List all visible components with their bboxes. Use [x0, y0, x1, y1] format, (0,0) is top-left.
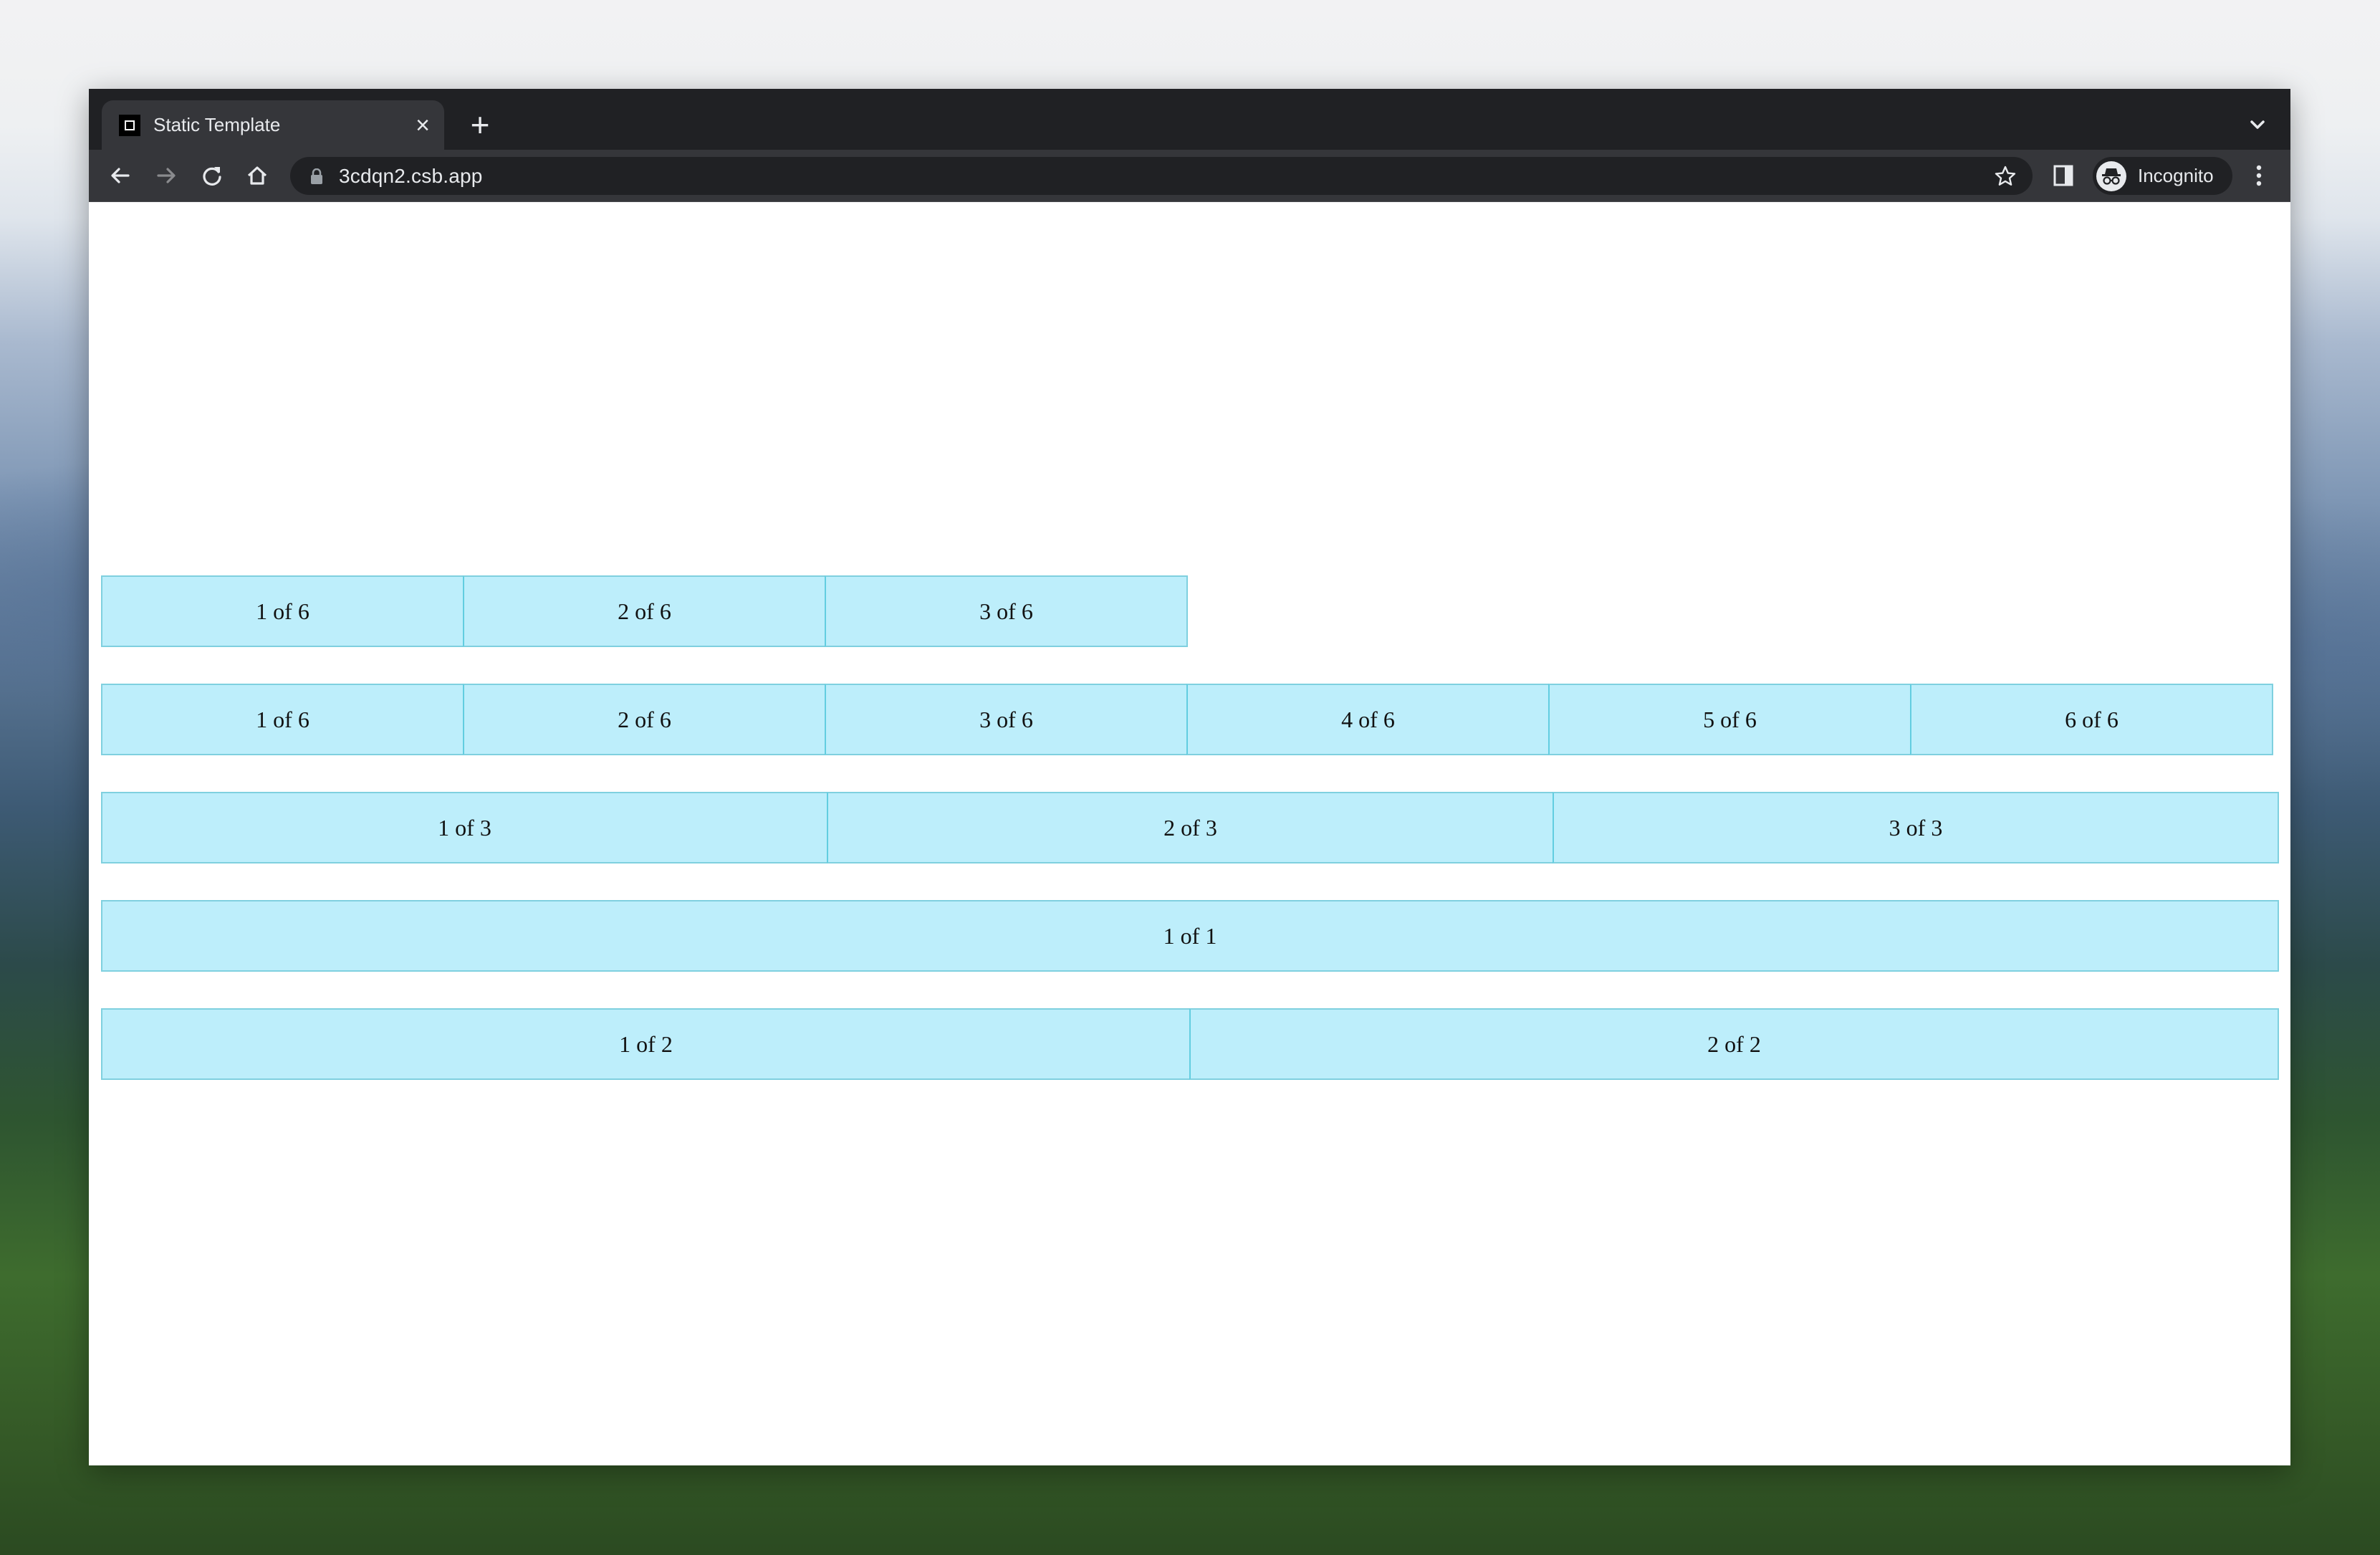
- grid-cell: 4 of 6: [1186, 684, 1550, 755]
- grid-cell: 3 of 3: [1553, 792, 2279, 863]
- grid-cell: 2 of 2: [1189, 1008, 2279, 1080]
- grid-cell: 1 of 1: [101, 900, 2279, 972]
- reload-icon[interactable]: [196, 160, 228, 191]
- grid-cell: 3 of 6: [825, 684, 1188, 755]
- tab-title: Static Template: [153, 114, 281, 135]
- address-bar[interactable]: 3cdqn2.csb.app: [290, 157, 2033, 195]
- grid-row-5: 1 of 2 2 of 2: [101, 1008, 2279, 1080]
- star-icon[interactable]: [1994, 165, 2017, 188]
- chevron-down-icon[interactable]: [2245, 112, 2270, 138]
- grid-cell: 2 of 6: [463, 684, 826, 755]
- arrow-right-icon[interactable]: [150, 160, 182, 191]
- grid-cell: 1 of 3: [101, 792, 828, 863]
- grid-row-1: 1 of 6 2 of 6 3 of 6: [101, 575, 1188, 647]
- close-icon[interactable]: ×: [410, 113, 436, 138]
- grid-cell: 1 of 2: [101, 1008, 1191, 1080]
- incognito-profile-button[interactable]: Incognito: [2093, 157, 2232, 195]
- square-favicon-icon: [119, 114, 140, 136]
- side-panel-icon[interactable]: [2048, 160, 2079, 191]
- arrow-left-icon[interactable]: [105, 160, 136, 191]
- grid-cell: 3 of 6: [825, 575, 1188, 647]
- lock-icon: [310, 168, 323, 184]
- incognito-icon: [2096, 161, 2126, 191]
- home-icon[interactable]: [241, 160, 273, 191]
- grid-row-4: 1 of 1: [101, 900, 2279, 972]
- tab-static-template[interactable]: Static Template ×: [102, 100, 444, 150]
- url-text[interactable]: 3cdqn2.csb.app: [339, 165, 483, 188]
- grid-cell: 2 of 6: [463, 575, 826, 647]
- grid-cell: 1 of 6: [101, 575, 464, 647]
- grid-cell: 2 of 3: [827, 792, 1554, 863]
- tab-strip: Static Template × +: [89, 89, 2290, 150]
- grid-cell: 6 of 6: [1910, 684, 2273, 755]
- grid-cell: 5 of 6: [1548, 684, 1911, 755]
- plus-icon[interactable]: +: [464, 108, 496, 142]
- grid-row-3: 1 of 3 2 of 3 3 of 3: [101, 792, 2279, 863]
- browser-window: Static Template × + 3cdqn2.csb.app Incog…: [89, 89, 2290, 1465]
- kebab-menu-icon[interactable]: [2243, 160, 2275, 191]
- profile-label: Incognito: [2138, 165, 2214, 186]
- grid-cell: 1 of 6: [101, 684, 464, 755]
- grid-row-2: 1 of 6 2 of 6 3 of 6 4 of 6 5 of 6 6 of …: [101, 684, 2273, 755]
- page-content: 1 of 6 2 of 6 3 of 6 1 of 6 2 of 6 3 of …: [89, 202, 2290, 1465]
- browser-toolbar: 3cdqn2.csb.app Incognito: [89, 150, 2290, 202]
